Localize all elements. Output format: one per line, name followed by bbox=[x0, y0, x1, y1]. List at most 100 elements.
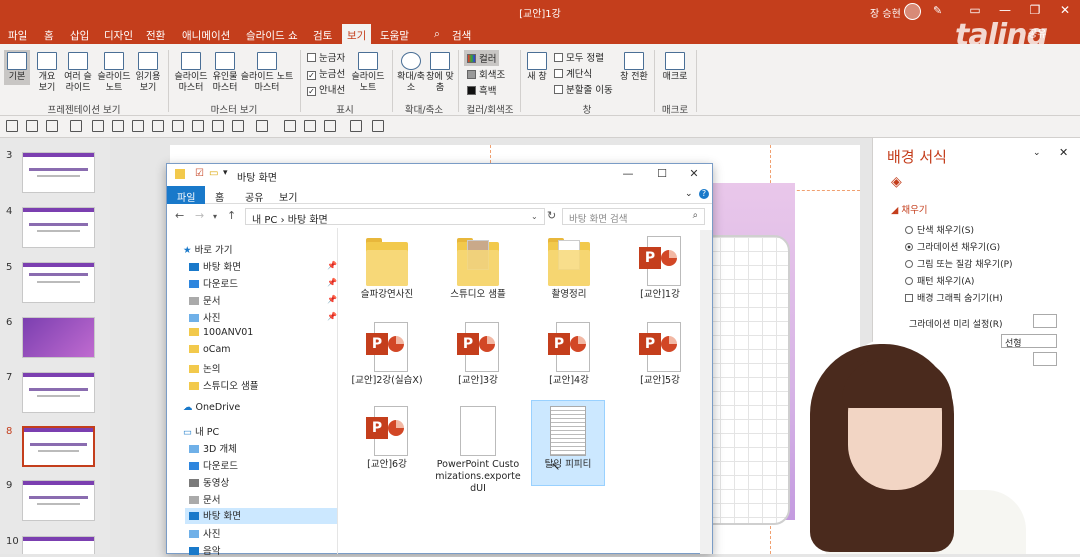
forward-arrow-icon[interactable]: → bbox=[195, 209, 204, 222]
view-sorter-button[interactable]: 여러 슬라이드 bbox=[62, 52, 94, 94]
menu-slideshow[interactable]: 슬라이드 쇼 bbox=[246, 28, 298, 43]
view-reading-button[interactable]: 읽기용 보기 bbox=[134, 52, 162, 94]
section-fill[interactable]: ◢ 채우기 bbox=[891, 202, 928, 216]
ruler-checkbox[interactable]: 눈금자 bbox=[307, 50, 345, 64]
pin-icon[interactable]: 📌 bbox=[327, 312, 337, 321]
align-icon[interactable] bbox=[172, 120, 184, 132]
shape-icon[interactable] bbox=[284, 120, 296, 132]
menu-home[interactable]: 홈 bbox=[44, 28, 54, 43]
align-icon[interactable] bbox=[152, 120, 164, 132]
move-split-button[interactable]: 분할줄 이동 bbox=[554, 82, 613, 96]
new-window-button[interactable]: 새 창 bbox=[524, 52, 550, 83]
chevron-down-icon[interactable]: ⌄ bbox=[1033, 148, 1041, 158]
cascade-button[interactable]: 계단식 bbox=[554, 66, 592, 80]
zoom-button[interactable]: 확대/축소 bbox=[396, 52, 426, 94]
view-normal-button[interactable]: 기본 bbox=[4, 50, 30, 85]
properties-icon[interactable]: ☑ bbox=[195, 168, 204, 179]
shape-icon[interactable] bbox=[304, 120, 316, 132]
align-icon[interactable] bbox=[232, 120, 244, 132]
color-button[interactable]: 컬러 bbox=[464, 50, 500, 66]
menu-insert[interactable]: 삽입 bbox=[70, 28, 89, 43]
pin-icon[interactable]: 📌 bbox=[327, 261, 337, 270]
restore-icon[interactable]: ❐ bbox=[1020, 3, 1050, 17]
sidebar-item-documents[interactable]: 문서 bbox=[189, 293, 220, 307]
switch-window-button[interactable]: 창 전환 bbox=[616, 52, 652, 83]
sidebar-item-videos[interactable]: 동영상 bbox=[189, 475, 229, 489]
align-icon[interactable] bbox=[212, 120, 224, 132]
folder-item[interactable]: 촬영정리 bbox=[529, 236, 609, 301]
format-painter-icon[interactable] bbox=[350, 120, 362, 132]
align-icon[interactable] bbox=[92, 120, 104, 132]
pin-icon[interactable]: 📌 bbox=[327, 295, 337, 304]
arrange-all-button[interactable]: 모두 정렬 bbox=[554, 50, 604, 64]
chevron-down-icon[interactable]: ▾ bbox=[223, 168, 228, 178]
tab-share[interactable]: 공유 bbox=[245, 189, 263, 204]
share-button[interactable]: 공유 bbox=[1028, 25, 1046, 40]
chevron-down-icon[interactable]: ⌄ bbox=[531, 212, 538, 221]
ppt-file-item[interactable]: P [교안]5강 bbox=[620, 322, 700, 387]
tool-icon[interactable] bbox=[70, 120, 82, 132]
sidebar-item-this-pc[interactable]: ▭ 내 PC bbox=[183, 424, 219, 438]
shape-icon[interactable] bbox=[256, 120, 268, 132]
sidebar-item-pictures[interactable]: 사진 bbox=[189, 526, 220, 540]
sidebar-item-downloads[interactable]: 다운로드 bbox=[189, 458, 238, 472]
view-notes-button[interactable]: 슬라이드 노트 bbox=[96, 52, 132, 94]
chevron-down-icon[interactable]: ▾ bbox=[213, 212, 217, 221]
ppt-file-item[interactable]: P [교안]1강 bbox=[620, 236, 700, 301]
fit-window-button[interactable]: 창에 맞춤 bbox=[426, 52, 454, 94]
lock-icon[interactable] bbox=[372, 120, 384, 132]
maximize-icon[interactable]: ☐ bbox=[649, 167, 675, 180]
minimize-icon[interactable]: — bbox=[615, 167, 641, 180]
gradient-fill-radio[interactable]: 그라데이션 채우기(G) bbox=[905, 240, 1000, 253]
guides-checkbox[interactable]: ✓ 안내선 bbox=[307, 82, 345, 96]
view-outline-button[interactable]: 개요 보기 bbox=[34, 52, 60, 94]
folder-item[interactable]: 스튜디오 샘플 bbox=[438, 236, 518, 301]
notes-master-button[interactable]: 슬라이드 노트 마스터 bbox=[240, 52, 294, 94]
refresh-icon[interactable]: ↻ bbox=[547, 209, 556, 222]
align-icon[interactable] bbox=[132, 120, 144, 132]
search-box[interactable]: 바탕 화면 검색 ⌕ bbox=[562, 208, 705, 225]
sidebar-item-downloads[interactable]: 다운로드 bbox=[189, 276, 238, 290]
menu-transitions[interactable]: 전환 bbox=[146, 28, 165, 43]
slide-thumbnail[interactable] bbox=[22, 207, 95, 248]
ppt-file-item[interactable]: P [교안]6강 bbox=[347, 406, 427, 471]
menu-review[interactable]: 검토 bbox=[313, 28, 332, 43]
slide-master-button[interactable]: 슬라이드 마스터 bbox=[172, 52, 210, 94]
sidebar-item-onedrive[interactable]: ☁ OneDrive bbox=[183, 402, 240, 413]
close-icon[interactable]: ✕ bbox=[1059, 146, 1068, 159]
notes-button[interactable]: 슬라이드 노트 bbox=[350, 52, 386, 94]
tool-icon[interactable] bbox=[46, 120, 58, 132]
new-folder-icon[interactable]: ▭ bbox=[209, 168, 218, 179]
blackwhite-button[interactable]: 흑백 bbox=[467, 83, 496, 97]
picture-fill-radio[interactable]: 그림 또는 질감 채우기(P) bbox=[905, 257, 1013, 270]
ppt-file-item[interactable]: P [교안]3강 bbox=[438, 322, 518, 387]
avatar[interactable] bbox=[904, 3, 921, 20]
up-arrow-icon[interactable]: ↑ bbox=[227, 209, 236, 222]
tab-home[interactable]: 홈 bbox=[215, 189, 224, 204]
preset-dropdown[interactable] bbox=[1033, 314, 1057, 328]
sidebar-item-quick-access[interactable]: ★ 바로 가기 bbox=[183, 242, 233, 256]
close-icon[interactable]: ✕ bbox=[1050, 3, 1080, 17]
menu-search[interactable]: 검색 bbox=[452, 28, 471, 43]
file-item[interactable]: PowerPoint Customizations.exportedUI bbox=[434, 406, 522, 495]
sidebar-item-music[interactable]: 음악 bbox=[189, 543, 220, 557]
pin-icon[interactable]: 📌 bbox=[327, 278, 337, 287]
sidebar-item-pictures[interactable]: 사진 bbox=[189, 310, 220, 324]
macro-button[interactable]: 매크로 bbox=[660, 52, 690, 83]
sidebar-item-folder[interactable]: 100ANV01 bbox=[189, 327, 253, 338]
close-icon[interactable]: ✕ bbox=[681, 167, 707, 180]
sidebar-item-folder[interactable]: 논의 bbox=[189, 361, 220, 375]
user-name[interactable]: 장 승현 bbox=[870, 5, 901, 20]
pattern-fill-radio[interactable]: 패턴 채우기(A) bbox=[905, 274, 974, 287]
align-icon[interactable] bbox=[112, 120, 124, 132]
sidebar-item-documents[interactable]: 문서 bbox=[189, 492, 220, 506]
slide-thumbnail[interactable] bbox=[22, 152, 95, 193]
align-icon[interactable] bbox=[192, 120, 204, 132]
slide-thumbnail[interactable] bbox=[22, 536, 95, 554]
menu-view[interactable]: 보기 bbox=[342, 24, 372, 44]
slide-thumbnail[interactable] bbox=[22, 262, 95, 303]
chevron-down-icon[interactable]: ⌄ bbox=[685, 189, 693, 199]
folder-item[interactable]: 슬파강연사진 bbox=[347, 236, 427, 301]
selected-file-item[interactable]: 탈잉 피피티 bbox=[531, 400, 605, 486]
paint-bucket-icon[interactable]: ◈ bbox=[891, 174, 902, 190]
